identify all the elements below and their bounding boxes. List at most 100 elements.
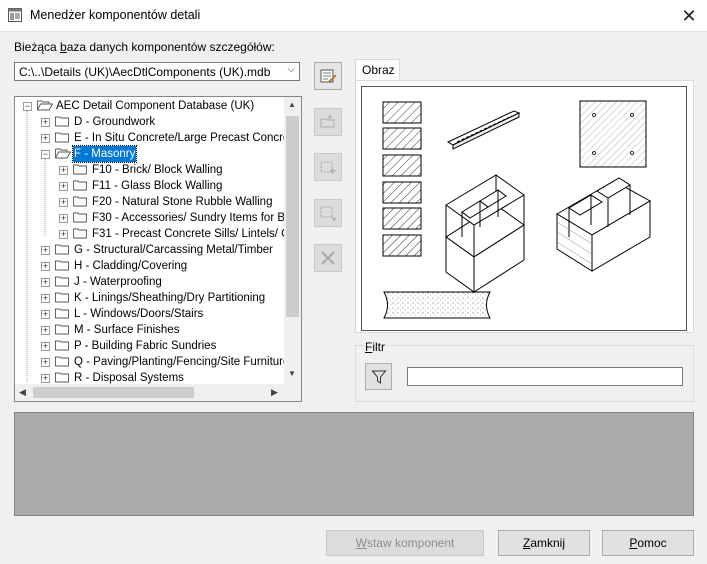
database-label: Bieżąca baza danych komponentów szczegół… — [14, 40, 275, 54]
tree-hscroll-thumb[interactable] — [33, 387, 194, 398]
tree-item[interactable]: + P - Building Fabric Sundries — [15, 338, 285, 354]
preview-panel — [355, 80, 694, 333]
filter-input[interactable] — [407, 367, 683, 386]
tree-item[interactable]: + D - Groundwork — [15, 114, 285, 130]
tree-item[interactable]: − AEC Detail Component Database (UK) — [15, 98, 285, 114]
edit-database-button[interactable] — [314, 62, 342, 90]
open-folder-button[interactable] — [314, 108, 342, 136]
edit-database-icon — [320, 69, 337, 83]
tree-item[interactable]: − F - Masonry — [15, 145, 285, 163]
funnel-icon — [370, 370, 387, 384]
expand-icon[interactable]: + — [41, 246, 50, 255]
tree-vertical-scrollbar[interactable]: ▲ ▼ — [284, 97, 301, 384]
tree-item-label: E - In Situ Concrete/Large Precast Concr… — [74, 132, 299, 144]
database-select-value: C:\..\Details (UK)\AecDtlComponents (UK)… — [19, 65, 271, 79]
expand-icon[interactable]: + — [41, 118, 50, 127]
folder-icon — [37, 100, 53, 111]
scroll-corner — [284, 384, 301, 401]
scroll-down-icon[interactable]: ▼ — [288, 369, 296, 378]
scroll-right-icon[interactable]: ▶ — [271, 387, 278, 398]
tree-item-label: G - Structural/Carcassing Metal/Timber — [74, 244, 273, 256]
tree-item[interactable]: + M - Surface Finishes — [15, 322, 285, 338]
folder-icon — [55, 356, 69, 367]
expand-icon[interactable]: + — [41, 358, 50, 367]
tree-item[interactable]: + F31 - Precast Concrete Sills/ Lintels/ … — [15, 226, 296, 242]
expand-icon[interactable]: + — [41, 262, 50, 271]
tree-item-label: F31 - Precast Concrete Sills/ Lintels/ C… — [92, 228, 296, 240]
expand-icon[interactable]: + — [41, 342, 50, 351]
expand-icon[interactable]: + — [41, 374, 50, 383]
tree-item[interactable]: + K - Linings/Sheathing/Dry Partitioning — [15, 290, 285, 306]
open-folder-icon — [320, 115, 335, 128]
masonry-preview-drawing — [382, 100, 652, 319]
folder-icon — [73, 180, 87, 191]
close-icon: ✕ — [681, 5, 697, 26]
filter-label: Filtr — [363, 340, 388, 354]
tree-item-label: L - Windows/Doors/Stairs — [74, 308, 204, 320]
tree-item-label: F20 - Natural Stone Rubble Walling — [92, 196, 273, 208]
window-title: Menedżer komponentów detali — [30, 8, 201, 22]
folder-icon — [55, 292, 69, 303]
app-icon — [8, 8, 22, 22]
expand-icon[interactable]: + — [59, 230, 68, 239]
filter-button[interactable] — [365, 363, 392, 390]
folder-icon — [55, 276, 69, 287]
folder-icon — [73, 196, 87, 207]
tree-item[interactable]: + L - Windows/Doors/Stairs — [15, 306, 285, 322]
expand-icon[interactable]: + — [59, 198, 68, 207]
tab-preview[interactable]: Obraz — [355, 59, 400, 80]
tree-item[interactable]: + F10 - Brick/ Block Walling — [15, 162, 285, 178]
collapse-icon[interactable]: − — [23, 102, 32, 111]
folder-icon — [55, 260, 69, 271]
expand-icon[interactable]: + — [59, 182, 68, 191]
tree-item[interactable]: + F11 - Glass Block Walling — [15, 178, 285, 194]
folder-icon — [55, 244, 69, 255]
expand-icon[interactable]: + — [41, 134, 50, 143]
folder-icon — [55, 372, 69, 383]
collapse-icon[interactable]: − — [41, 150, 50, 159]
tree-item[interactable]: + F30 - Accessories/ Sundry Items for Bri… — [15, 210, 301, 226]
folder-icon — [55, 116, 69, 127]
tree-item[interactable]: + J - Waterproofing — [15, 274, 285, 290]
scroll-up-icon[interactable]: ▲ — [288, 100, 296, 109]
close-button[interactable]: Zamknij — [498, 530, 590, 556]
expand-icon[interactable]: + — [59, 214, 68, 223]
tree-horizontal-scrollbar[interactable]: ◀ ▶ — [15, 384, 286, 401]
add-component-icon — [320, 161, 336, 174]
delete-button[interactable] — [314, 244, 342, 272]
tree-item-label: F30 - Accessories/ Sundry Items for Bric… — [92, 212, 302, 224]
copy-component-button[interactable] — [314, 199, 342, 227]
folder-icon — [55, 308, 69, 319]
insert-component-button[interactable]: Wstaw komponent — [326, 530, 484, 556]
chevron-down-icon[interactable]: ⌵ — [287, 64, 295, 75]
expand-icon[interactable]: + — [41, 294, 50, 303]
tree-item-label: J - Waterproofing — [74, 276, 162, 288]
add-component-button[interactable] — [314, 153, 342, 181]
folder-icon — [55, 148, 71, 159]
database-select[interactable]: C:\..\Details (UK)\AecDtlComponents (UK)… — [14, 62, 300, 81]
tree-item-label: D - Groundwork — [74, 116, 156, 128]
folder-icon — [55, 324, 69, 335]
tree-item-label: F11 - Glass Block Walling — [92, 180, 223, 192]
component-tree[interactable]: − AEC Detail Component Database (UK) + D - … — [14, 96, 302, 402]
scroll-left-icon[interactable]: ◀ — [19, 387, 26, 398]
help-button[interactable]: Pomoc — [602, 530, 694, 556]
copy-component-icon — [320, 206, 336, 221]
close-window-button[interactable]: ✕ — [672, 2, 706, 30]
expand-icon[interactable]: + — [41, 310, 50, 319]
folder-icon — [55, 132, 69, 143]
tree-item[interactable]: + F20 - Natural Stone Rubble Walling — [15, 194, 285, 210]
delete-icon — [321, 251, 335, 265]
tree-item[interactable]: + E - In Situ Concrete/Large Precast Conc… — [15, 130, 299, 146]
tree-scroll-thumb[interactable] — [286, 116, 299, 317]
tree-item-label: Q - Paving/Planting/Fencing/Site Furnitu… — [74, 356, 290, 368]
expand-icon[interactable]: + — [41, 326, 50, 335]
tree-item[interactable]: + G - Structural/Carcassing Metal/Timber — [15, 242, 285, 258]
tree-item[interactable]: + Q - Paving/Planting/Fencing/Site Furnit… — [15, 354, 289, 370]
folder-icon — [73, 228, 87, 239]
expand-icon[interactable]: + — [59, 166, 68, 175]
tree-item-label: H - Cladding/Covering — [74, 260, 188, 272]
expand-icon[interactable]: + — [41, 278, 50, 287]
tree-item[interactable]: + H - Cladding/Covering — [15, 258, 285, 274]
preview-image — [361, 86, 687, 331]
